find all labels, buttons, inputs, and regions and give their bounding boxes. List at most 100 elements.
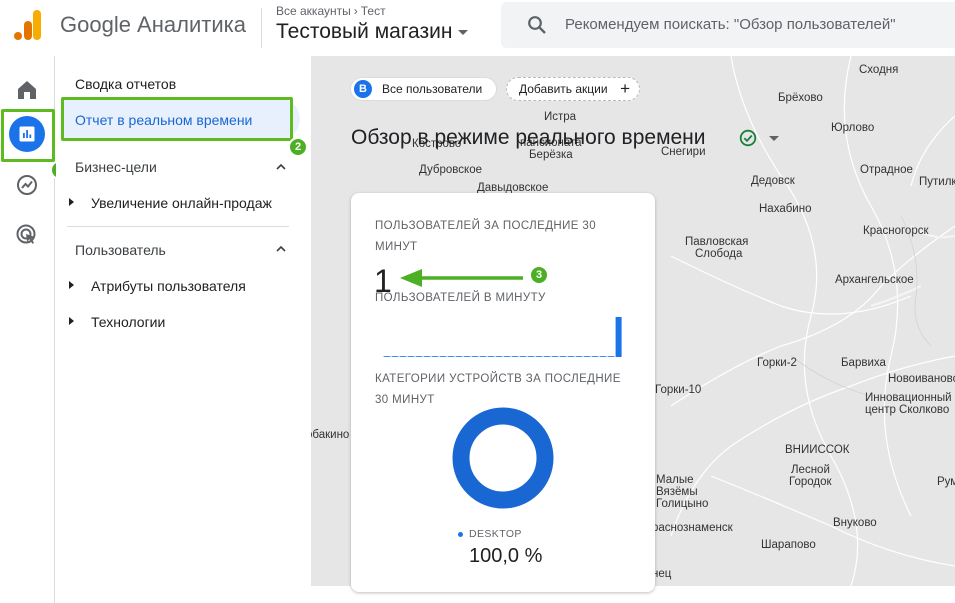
search-bar[interactable]: Рекомендуем поискать: "Обзор пользовател… [501,2,955,48]
minute-bar[interactable] [519,356,527,357]
nav-divider [67,226,289,227]
minute-bar[interactable] [559,356,567,357]
map-place: обакино [311,429,350,441]
chevron-down-icon [458,29,469,35]
expand-arrow-icon[interactable] [69,198,74,206]
minute-bar[interactable] [415,356,423,357]
nav-user-attributes[interactable]: Атрибуты пользователя [91,278,246,294]
minute-bar[interactable] [583,356,591,357]
device-percent: 100,0 % [469,545,543,567]
analytics-logo-icon[interactable] [14,10,42,40]
minute-bar[interactable] [567,356,575,357]
nav-online-sales[interactable]: Увеличение онлайн-продаж [91,195,272,211]
minute-bar[interactable] [407,356,415,357]
legend-dot [458,531,463,537]
map-place: Дедовск [751,175,795,187]
map-place: Слобода [695,248,743,260]
minute-bar[interactable] [503,356,511,357]
map-place: Юрлово [831,122,875,134]
map-place: Рум [937,476,955,488]
minute-bar[interactable] [607,356,615,357]
map-place: центр Сколково [865,404,950,416]
all-users-chip[interactable]: B Все пользователи [350,77,497,101]
advertising-icon[interactable] [14,222,40,248]
minute-bar[interactable] [551,356,559,357]
home-icon[interactable] [14,77,40,103]
top-bar: Google Аналитика Все аккаунты › Тест Тесто… [0,0,955,56]
chevron-up-icon[interactable] [276,164,286,170]
minute-bar[interactable] [447,356,455,357]
minute-bar[interactable] [471,356,479,357]
highlight-reports [1,109,55,162]
minute-bar[interactable] [527,356,535,357]
minute-bar[interactable] [535,356,543,357]
page-title: Обзор в режиме реального времени [351,126,779,150]
plus-icon: + [620,79,630,98]
users-per-minute-label: ПОЛЬЗОВАТЕЛЕЙ В МИНУТУ [375,292,546,304]
map-place: Горки-10 [655,384,702,396]
minute-bar[interactable] [495,356,503,357]
map-place: Павловская [685,236,749,248]
map-place: Малые [656,474,694,486]
minute-bar[interactable] [399,356,407,357]
minute-bar[interactable] [431,356,439,357]
chevron-up-icon[interactable] [276,246,286,252]
breadcrumb[interactable]: Все аккаунты › Тест [276,4,386,18]
property-selector[interactable]: Тестовый магазин [276,20,469,44]
minute-bar[interactable] [383,356,391,357]
segment-badge: B [354,80,372,98]
highlight-realtime [61,97,293,141]
chevron-right-icon: › [353,4,358,18]
minute-bar[interactable] [423,356,431,357]
minute-bar[interactable] [487,356,495,357]
map-place: Истра [544,111,577,123]
users-per-minute-chart[interactable] [383,315,623,361]
users-30min-label: ПОЛЬЗОВАТЕЛЕЙ ЗА ПОСЛЕДНИЕ 30 МИНУТ [375,220,597,253]
map-place: Брёхово [778,92,823,104]
map-place: Горки-2 [757,357,797,369]
nav-technologies[interactable]: Технологии [91,314,165,330]
map-place: Новоивановское [888,373,955,385]
map-place: Голицыно [656,498,709,510]
map-place: Красногорск [863,225,929,237]
minute-bar[interactable] [591,356,599,357]
breadcrumb-sub[interactable]: Тест [361,4,386,18]
annotation-badge-3: 3 [529,265,549,285]
map-place: Вязёмы [656,486,698,498]
map-place: ВНИИССОК [785,444,850,456]
device-legend: DESKTOP [458,528,522,540]
realtime-users-card: ПОЛЬЗОВАТЕЛЕЙ ЗА ПОСЛЕДНИЕ 30 МИНУТ 1 ПО… [351,193,655,592]
minute-bar[interactable] [439,356,447,357]
explore-icon[interactable] [14,172,40,198]
chevron-down-icon[interactable] [769,136,779,141]
property-name: Тестовый магазин [276,20,453,43]
nav-section-business[interactable]: Бизнес-цели [75,159,157,175]
annotation-badge-2: 2 [288,137,308,157]
minute-bar[interactable] [599,356,607,357]
map-place: Берёзка [529,149,573,161]
nav-reports-snapshot[interactable]: Сводка отчетов [75,76,176,92]
map-place: Городок [789,476,832,488]
minute-bar[interactable] [455,356,463,357]
add-comparison-chip[interactable]: Добавить акции + [506,77,640,101]
minute-bar[interactable] [479,356,487,357]
donut-slice-desktop [452,407,554,509]
map-place: Лесной [791,464,830,476]
nav-section-user[interactable]: Пользователь [75,242,166,258]
map-place: Дубровское [419,164,482,176]
minute-bar[interactable] [463,356,471,357]
minute-bar[interactable] [511,356,519,357]
map-place: Отрадное [860,164,913,176]
check-circle-icon[interactable] [739,129,757,147]
device-category-label: КАТЕГОРИИ УСТРОЙСТВ ЗА ПОСЛЕДНИЕ 30 МИНУ… [375,373,621,406]
add-comparison-label: Добавить акции [519,82,608,96]
expand-arrow-icon[interactable] [69,317,74,325]
minute-bar[interactable] [391,356,399,357]
breadcrumb-account[interactable]: Все аккаунты [276,4,351,18]
expand-arrow-icon[interactable] [69,281,74,289]
device-donut-chart[interactable] [452,407,554,509]
map-place: Архангельское [835,274,914,286]
minute-bar[interactable] [615,317,622,357]
minute-bar[interactable] [543,356,551,357]
minute-bar[interactable] [575,356,583,357]
